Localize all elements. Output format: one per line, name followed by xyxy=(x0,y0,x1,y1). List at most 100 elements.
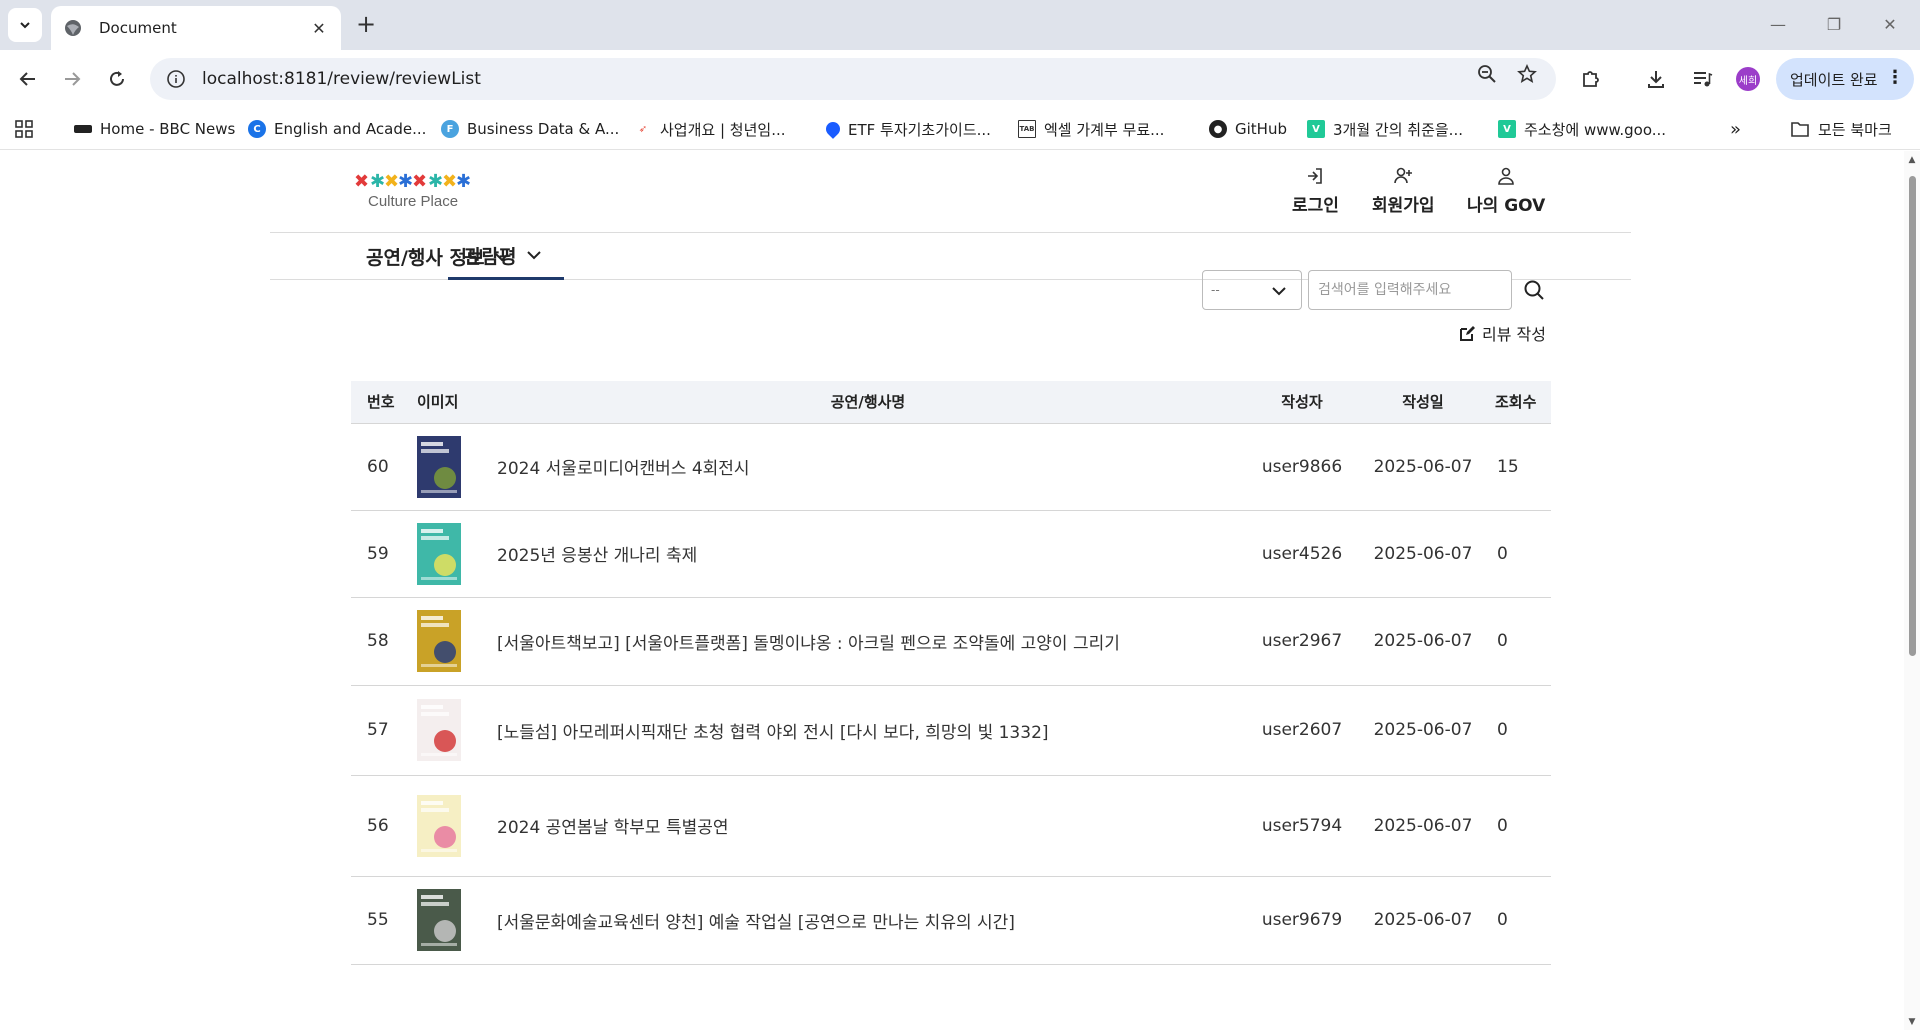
row-title-link[interactable]: [서울문화예술교육센터 양천] 예술 작업실 [공연으로 만나는 치유의 시간] xyxy=(495,876,1239,965)
bookmark-item[interactable]: C English and Acade... xyxy=(248,117,426,141)
row-writer: user4526 xyxy=(1239,510,1365,598)
my-gov-label: 나의 GOV xyxy=(1467,196,1546,216)
row-number: 60 xyxy=(351,423,415,511)
bbc-icon xyxy=(74,125,92,133)
search-type-select[interactable]: -- xyxy=(1202,270,1302,310)
search-input[interactable] xyxy=(1308,270,1512,310)
back-button[interactable] xyxy=(12,63,44,95)
login-link[interactable]: 로그인 xyxy=(1292,165,1339,216)
poster-thumbnail[interactable] xyxy=(417,610,461,672)
row-date: 2025-06-07 xyxy=(1365,423,1481,511)
poster-thumbnail[interactable] xyxy=(417,794,461,857)
bookmarks-bar: Home - BBC News C English and Acade... F… xyxy=(0,108,1920,150)
browser-tab[interactable]: Document ✕ xyxy=(51,6,341,50)
downloads-button[interactable] xyxy=(1640,63,1672,95)
chevron-down-icon xyxy=(20,22,30,29)
bookmark-item[interactable]: ETF 투자기초가이드... xyxy=(823,117,991,141)
table-row[interactable]: 56 2024 공연봄날 학부모 특별공연 user5794 2025-06-07 0 xyxy=(351,775,1551,877)
c-icon: C xyxy=(248,120,266,138)
bookmark-item[interactable]: Home - BBC News xyxy=(74,117,235,141)
v-icon: V xyxy=(1307,120,1325,138)
row-title-link[interactable]: 2025년 응봉산 개나리 축제 xyxy=(495,510,1239,598)
site-info-icon[interactable] xyxy=(166,69,186,89)
table-row[interactable]: 55 [서울문화예술교육센터 양천] 예술 작업실 [공연으로 만나는 치유의 시… xyxy=(351,876,1551,965)
all-bookmarks-button[interactable]: 모든 북마크 xyxy=(1790,117,1892,141)
bookmark-label: 3개월 간의 취준을... xyxy=(1333,120,1463,139)
minimize-icon[interactable]: — xyxy=(1758,10,1798,40)
row-title-link[interactable]: [노들섬] 아모레퍼시픽재단 초청 협력 야외 전시 [다시 보다, 희망의 빛… xyxy=(495,685,1239,776)
close-window-icon[interactable]: ✕ xyxy=(1870,10,1910,40)
bookmark-item[interactable]: TAB 엑셀 가계부 무료... xyxy=(1018,117,1164,141)
write-review-label: 리뷰 작성 xyxy=(1482,325,1546,344)
bookmark-label: Home - BBC News xyxy=(100,120,236,138)
poster-thumbnail[interactable] xyxy=(417,889,461,951)
bookmark-item[interactable]: V 3개월 간의 취준을... xyxy=(1307,117,1463,141)
extensions-button[interactable] xyxy=(1575,63,1607,95)
col-header-writer: 작성자 xyxy=(1239,381,1365,424)
scroll-thumb[interactable] xyxy=(1909,176,1916,656)
row-date: 2025-06-07 xyxy=(1365,685,1481,776)
row-date: 2025-06-07 xyxy=(1365,876,1481,965)
scroll-up-icon[interactable]: ▲ xyxy=(1907,155,1917,165)
my-gov-link[interactable]: 나의 GOV xyxy=(1467,165,1545,216)
login-icon xyxy=(1308,168,1323,184)
bookmark-label: 사업개요 | 청년임... xyxy=(660,120,786,139)
chevron-down-icon xyxy=(1272,287,1286,296)
chevron-down-icon xyxy=(527,251,542,260)
back-arrow-icon xyxy=(19,72,35,86)
row-writer: user2967 xyxy=(1239,597,1365,686)
more-menu-icon[interactable]: ⋮ xyxy=(1886,67,1904,88)
scroll-down-icon[interactable]: ▼ xyxy=(1907,1017,1917,1027)
signup-link[interactable]: 회원가입 xyxy=(1372,165,1435,216)
row-title-link[interactable]: [서울아트책보고] [서울아트플랫폼] 돌멩이냐옹 : 아크릴 펜으로 조약돌에… xyxy=(495,597,1239,686)
more-bookmarks-icon[interactable]: » xyxy=(1730,117,1741,141)
bookmark-item[interactable]: F Business Data & A... xyxy=(441,117,619,141)
review-table: 번호 이미지 공연/행사명 작성자 작성일 조회수 60 2024 서울로미디어캔… xyxy=(351,381,1551,965)
row-views: 15 xyxy=(1481,423,1551,511)
bookmark-item[interactable]: ➶ 사업개요 | 청년임... xyxy=(634,117,786,141)
search-icon[interactable] xyxy=(1522,278,1546,302)
arrow-logo-icon: ➶ xyxy=(638,123,648,135)
profile-avatar[interactable]: 세희 xyxy=(1736,67,1760,91)
row-views: 0 xyxy=(1481,876,1551,965)
col-header-no: 번호 xyxy=(351,381,415,424)
address-bar[interactable]: localhost:8181/review/reviewList xyxy=(150,58,1556,100)
bookmark-star-button[interactable] xyxy=(1511,58,1543,90)
nav-item-reviews[interactable]: 관람평 xyxy=(448,233,564,280)
poster-thumbnail[interactable] xyxy=(417,435,461,498)
row-title-link[interactable]: 2024 공연봄날 학부모 특별공연 xyxy=(495,775,1239,877)
new-tab-button[interactable]: + xyxy=(352,10,380,40)
logo-mark-icon: ✖ ✱ ✖ ✱ ✖ ✱ ✖ ✱ xyxy=(354,171,471,192)
maximize-icon[interactable]: ❐ xyxy=(1814,10,1854,40)
playlist-icon xyxy=(1694,72,1713,87)
table-row[interactable]: 58 [서울아트책보고] [서울아트플랫폼] 돌멩이냐옹 : 아크릴 펜으로 조약… xyxy=(351,597,1551,686)
table-row[interactable]: 60 2024 서울로미디어캔버스 4회전시 user9866 2025-06-07 1… xyxy=(351,423,1551,511)
globe-icon xyxy=(65,20,81,36)
tab-search-button[interactable] xyxy=(8,8,42,42)
row-number: 55 xyxy=(351,876,415,965)
poster-thumbnail[interactable] xyxy=(417,699,461,761)
poster-thumbnail[interactable] xyxy=(417,522,461,585)
bookmark-item[interactable]: V 주소창에 www.goo... xyxy=(1498,117,1666,141)
all-bookmarks-label: 모든 북마크 xyxy=(1818,120,1892,139)
bookmark-item[interactable]: ● GitHub xyxy=(1209,117,1287,141)
media-button[interactable] xyxy=(1686,63,1718,95)
update-button[interactable]: 업데이트 완료 ⋮ xyxy=(1776,58,1914,100)
svg-text:✱: ✱ xyxy=(370,171,385,191)
zoom-button[interactable] xyxy=(1471,58,1503,90)
close-tab-icon[interactable]: ✕ xyxy=(309,19,329,38)
table-row[interactable]: 57 [노들섬] 아모레퍼시픽재단 초청 협력 야외 전시 [다시 보다, 희망의… xyxy=(351,685,1551,776)
page-scrollbar[interactable]: ▲ ▼ xyxy=(1904,151,1920,1030)
write-review-button[interactable]: 리뷰 작성 xyxy=(1458,321,1546,345)
table-row[interactable]: 59 2025년 응봉산 개나리 축제 user4526 2025-06-07 0 xyxy=(351,510,1551,598)
forward-button[interactable] xyxy=(56,63,88,95)
row-date: 2025-06-07 xyxy=(1365,597,1481,686)
reload-button[interactable] xyxy=(101,63,133,95)
row-views: 0 xyxy=(1481,597,1551,686)
apps-button[interactable] xyxy=(14,117,34,141)
user-icon xyxy=(1498,167,1514,185)
row-date: 2025-06-07 xyxy=(1365,775,1481,877)
row-title-link[interactable]: 2024 서울로미디어캔버스 4회전시 xyxy=(495,423,1239,511)
update-label: 업데이트 완료 xyxy=(1790,70,1878,89)
toolbar: localhost:8181/review/reviewList 세희 업데이트… xyxy=(0,50,1920,108)
